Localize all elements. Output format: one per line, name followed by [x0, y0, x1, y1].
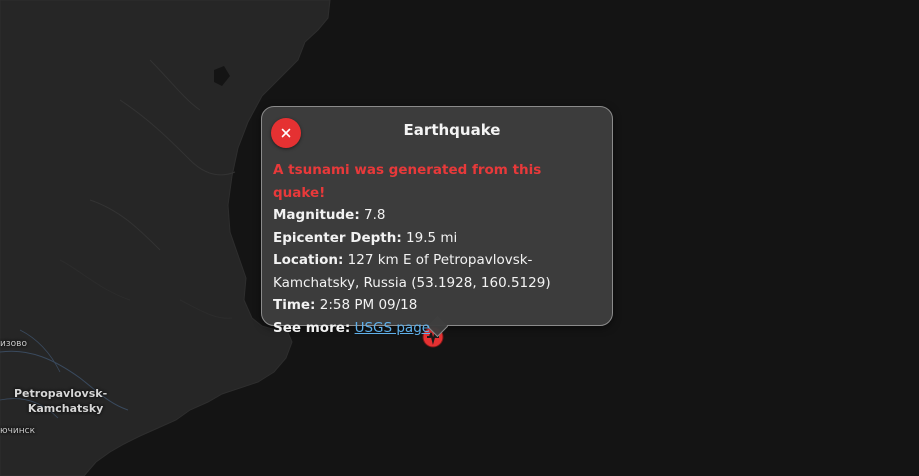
time-row: Time: 2:58 PM 09/18	[273, 294, 598, 317]
location-label: Location:	[273, 252, 344, 268]
time-label: Time:	[273, 297, 316, 313]
tsunami-warning: A tsunami was generated from this quake!	[273, 162, 542, 201]
popup-body: A tsunami was generated from this quake!…	[273, 159, 598, 339]
location-row: Location: 127 km E of Petropavlovsk- Kam…	[273, 249, 598, 294]
magnitude-row: Magnitude: 7.8	[273, 204, 598, 227]
time-value: 2:58 PM 09/18	[319, 297, 418, 313]
place-label-partial-top: изово	[0, 339, 27, 349]
depth-row: Epicenter Depth: 19.5 mi	[273, 227, 598, 250]
location-value-line1: 127 km E of Petropavlovsk-	[347, 252, 533, 268]
magnitude-label: Magnitude:	[273, 207, 360, 223]
see-more-row: See more: USGS page	[273, 317, 598, 340]
place-label-line1: Petropavlovsk-	[14, 387, 108, 400]
usgs-page-link[interactable]: USGS page	[355, 320, 431, 336]
earthquake-popup: Earthquake A tsunami was generated from …	[261, 106, 613, 338]
place-label-petropavlovsk: Petropavlovsk- Kamchatsky	[14, 386, 107, 416]
location-value-line2: Kamchatsky, Russia (53.1928, 160.5129)	[273, 274, 551, 291]
depth-label: Epicenter Depth:	[273, 229, 402, 246]
place-label-partial-bottom: ючинск	[0, 426, 36, 436]
magnitude-value: 7.8	[364, 207, 386, 223]
place-label-line2: Kamchatsky	[27, 402, 104, 415]
depth-value: 19.5 mi	[406, 229, 458, 246]
popup-title: Earthquake	[403, 121, 501, 139]
see-more-label: See more:	[273, 319, 351, 336]
